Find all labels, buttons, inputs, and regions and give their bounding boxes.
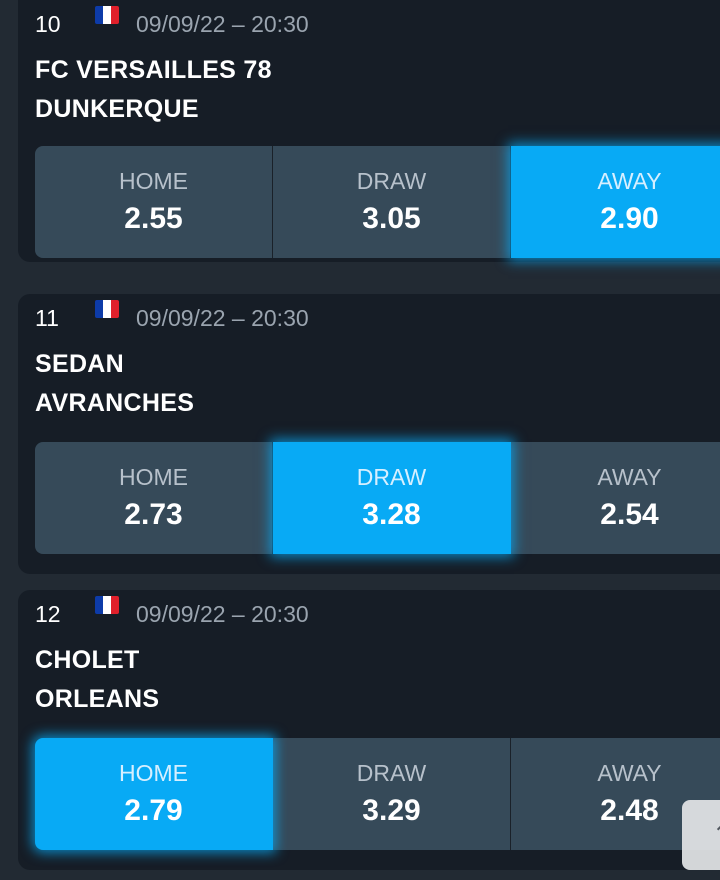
odd-value: 2.54 (600, 498, 659, 531)
away-team-name: DUNKERQUE (35, 95, 199, 123)
odd-label: HOME (119, 464, 188, 490)
odd-button-away[interactable]: AWAY 2.54 (511, 442, 720, 554)
odd-button-home[interactable]: HOME 2.79 (35, 738, 273, 850)
odd-button-away[interactable]: AWAY 2.90 (511, 146, 720, 258)
match-datetime: 09/09/22 – 20:30 (136, 11, 309, 37)
odd-value: 2.79 (124, 794, 183, 827)
match-datetime: 09/09/22 – 20:30 (136, 601, 309, 627)
home-team-name: CHOLET (35, 646, 140, 674)
odd-value: 3.05 (362, 202, 421, 235)
odd-label: DRAW (356, 168, 427, 194)
odd-value: 2.73 (124, 498, 183, 531)
match-number: 12 (35, 601, 61, 627)
france-flag-icon (95, 300, 119, 318)
odds-row: HOME 2.79 DRAW 3.29 AWAY 2.48 (35, 738, 720, 850)
odd-value: 2.55 (124, 202, 183, 235)
match-datetime: 09/09/22 – 20:30 (136, 305, 309, 331)
odd-label: AWAY (597, 168, 662, 194)
odd-label: DRAW (356, 760, 427, 786)
match-card: 10 09/09/22 – 20:30 FC VERSAILLES 78 DUN… (18, 0, 720, 262)
match-header: 12 09/09/22 – 20:30 (18, 590, 720, 650)
odd-label: AWAY (597, 760, 662, 786)
match-card: 11 09/09/22 – 20:30 SEDAN AVRANCHES HOME… (18, 294, 720, 574)
away-team-name: ORLEANS (35, 685, 160, 713)
match-header: 10 09/09/22 – 20:30 (18, 0, 720, 60)
odd-label: HOME (119, 760, 188, 786)
home-team-name: FC VERSAILLES 78 (35, 56, 272, 84)
away-team-name: AVRANCHES (35, 389, 195, 417)
scroll-to-top-button[interactable]: ↑ (682, 800, 720, 870)
odds-row: HOME 2.55 DRAW 3.05 AWAY 2.90 (35, 146, 720, 258)
odd-label: HOME (119, 168, 188, 194)
odd-value: 2.90 (600, 202, 659, 235)
odd-label: AWAY (597, 464, 662, 490)
match-list: 10 09/09/22 – 20:30 FC VERSAILLES 78 DUN… (0, 0, 720, 880)
france-flag-icon (95, 6, 119, 24)
arrow-up-icon: ↑ (712, 820, 720, 848)
odd-button-draw[interactable]: DRAW 3.05 (273, 146, 511, 258)
match-number: 11 (35, 305, 59, 331)
odd-button-home[interactable]: HOME 2.55 (35, 146, 273, 258)
match-card: 12 09/09/22 – 20:30 CHOLET ORLEANS HOME … (18, 590, 720, 870)
odd-button-draw[interactable]: DRAW 3.29 (273, 738, 511, 850)
odd-value: 3.29 (362, 794, 421, 827)
match-header: 11 09/09/22 – 20:30 (18, 294, 720, 354)
odds-row: HOME 2.73 DRAW 3.28 AWAY 2.54 (35, 442, 720, 554)
odd-value: 3.28 (362, 498, 421, 531)
odd-label: DRAW (356, 464, 427, 490)
france-flag-icon (95, 596, 119, 614)
match-number: 10 (35, 11, 61, 37)
odd-button-draw[interactable]: DRAW 3.28 (273, 442, 511, 554)
odd-button-home[interactable]: HOME 2.73 (35, 442, 273, 554)
home-team-name: SEDAN (35, 350, 125, 378)
